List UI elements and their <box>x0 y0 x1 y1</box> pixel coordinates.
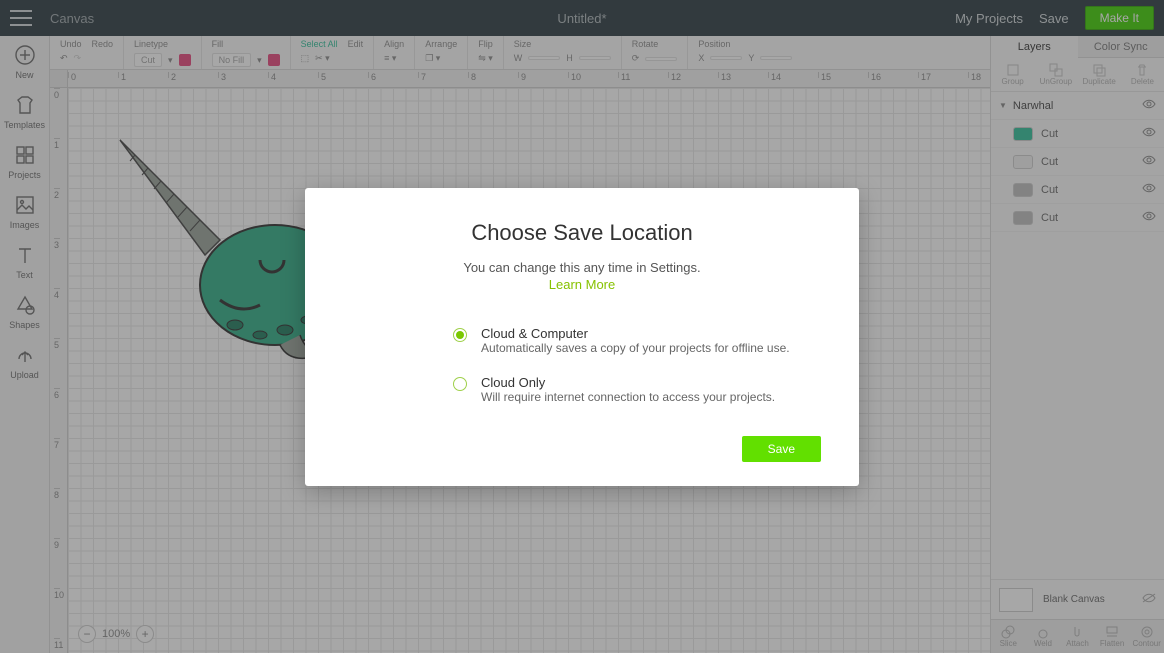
modal-title: Choose Save Location <box>343 220 821 246</box>
option-desc: Will require internet connection to acce… <box>481 390 775 404</box>
save-option[interactable]: Cloud & ComputerAutomatically saves a co… <box>343 320 821 369</box>
option-title: Cloud Only <box>481 375 775 390</box>
modal-overlay[interactable]: Choose Save Location You can change this… <box>0 0 1164 653</box>
modal-subtitle: You can change this any time in Settings… <box>343 260 821 275</box>
modal-save-button[interactable]: Save <box>742 436 821 462</box>
learn-more-link[interactable]: Learn More <box>343 277 821 292</box>
save-location-modal: Choose Save Location You can change this… <box>305 188 859 486</box>
option-title: Cloud & Computer <box>481 326 790 341</box>
radio-icon[interactable] <box>453 377 467 391</box>
radio-icon[interactable] <box>453 328 467 342</box>
option-desc: Automatically saves a copy of your proje… <box>481 341 790 355</box>
save-option[interactable]: Cloud OnlyWill require internet connecti… <box>343 369 821 418</box>
